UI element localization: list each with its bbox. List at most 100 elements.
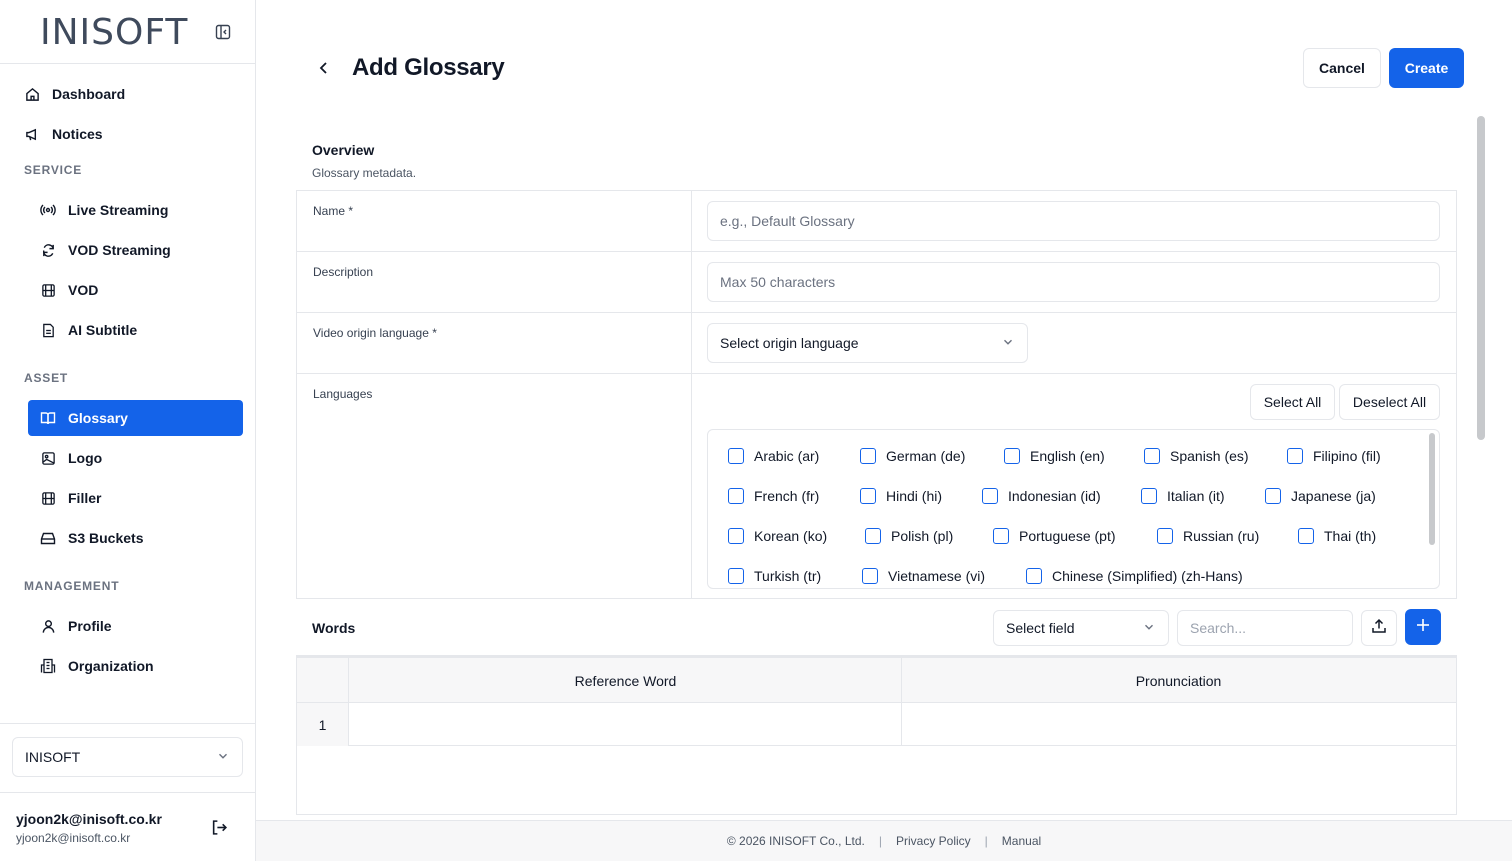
language-checkbox-fil[interactable]: Filipino (fil) xyxy=(1287,448,1381,464)
language-label: Polish (pl) xyxy=(891,528,954,544)
checkbox[interactable] xyxy=(860,448,876,464)
upload-button[interactable] xyxy=(1361,610,1397,646)
checkbox[interactable] xyxy=(862,568,878,584)
sidebar-item-logo[interactable]: Logo xyxy=(40,440,244,476)
overview-subtitle: Glossary metadata. xyxy=(312,166,417,180)
column-header-pronunciation[interactable]: Pronunciation xyxy=(902,658,1455,703)
refresh-icon xyxy=(40,242,56,258)
language-checkbox-id[interactable]: Indonesian (id) xyxy=(982,488,1101,504)
language-label: Spanish (es) xyxy=(1170,448,1249,464)
storage-icon xyxy=(40,530,56,546)
checkbox[interactable] xyxy=(1004,448,1020,464)
language-checkbox-ru[interactable]: Russian (ru) xyxy=(1157,528,1259,544)
language-checkbox-zh-hans[interactable]: Chinese (Simplified) (zh-Hans) xyxy=(1026,568,1243,584)
add-word-button[interactable] xyxy=(1405,609,1441,645)
language-checkbox-en[interactable]: English (en) xyxy=(1004,448,1105,464)
org-area: INISOFT yjoon2k@inisoft.co.kr yjoon2k@in… xyxy=(0,723,255,861)
logo-row: INISOFT xyxy=(0,0,255,64)
checkbox[interactable] xyxy=(728,528,744,544)
sidebar-item-dashboard[interactable]: Dashboard xyxy=(24,76,244,112)
language-checkbox-tr[interactable]: Turkish (tr) xyxy=(728,568,821,584)
language-label: Hindi (hi) xyxy=(886,488,943,504)
organization-select[interactable]: INISOFT xyxy=(12,737,243,777)
checkbox[interactable] xyxy=(865,528,881,544)
origin-language-value: Select origin language xyxy=(720,335,859,351)
field-select[interactable]: Select field xyxy=(993,610,1169,646)
language-checkbox-hi[interactable]: Hindi (hi) xyxy=(860,488,942,504)
checkbox[interactable] xyxy=(1144,448,1160,464)
checkbox[interactable] xyxy=(993,528,1009,544)
search-input[interactable] xyxy=(1177,610,1353,646)
checkbox[interactable] xyxy=(1287,448,1303,464)
sidebar-item-label: S3 Buckets xyxy=(68,530,144,546)
chevron-down-icon xyxy=(1142,620,1156,637)
language-checkbox-ja[interactable]: Japanese (ja) xyxy=(1265,488,1376,504)
name-input[interactable] xyxy=(707,201,1440,241)
checkbox[interactable] xyxy=(1157,528,1173,544)
checkbox[interactable] xyxy=(1026,568,1042,584)
organization-value: INISOFT xyxy=(25,749,81,765)
sidebar-item-vod[interactable]: VOD xyxy=(40,272,244,308)
checkbox[interactable] xyxy=(728,488,744,504)
chevron-down-icon xyxy=(1001,335,1015,352)
sidebar-item-s3-buckets[interactable]: S3 Buckets xyxy=(40,520,244,556)
checkbox[interactable] xyxy=(1141,488,1157,504)
deselect-all-button[interactable]: Deselect All xyxy=(1339,384,1440,420)
language-checkbox-de[interactable]: German (de) xyxy=(860,448,965,464)
origin-language-select[interactable]: Select origin language xyxy=(707,323,1028,363)
create-button[interactable]: Create xyxy=(1389,48,1464,88)
language-checkbox-th[interactable]: Thai (th) xyxy=(1298,528,1376,544)
pronunciation-cell[interactable] xyxy=(902,703,1455,746)
language-list-scrollbar[interactable] xyxy=(1429,433,1435,545)
film-icon xyxy=(40,282,56,298)
language-checkbox-vi[interactable]: Vietnamese (vi) xyxy=(862,568,985,584)
name-label: Name * xyxy=(313,204,354,218)
chevron-down-icon xyxy=(216,749,230,766)
language-checkbox-fr[interactable]: French (fr) xyxy=(728,488,819,504)
reference-word-cell[interactable] xyxy=(349,703,902,746)
checkbox[interactable] xyxy=(982,488,998,504)
checkbox[interactable] xyxy=(728,448,744,464)
sidebar-collapse-icon[interactable] xyxy=(214,23,232,41)
sidebar-item-vod-streaming[interactable]: VOD Streaming xyxy=(40,232,244,268)
checkbox[interactable] xyxy=(728,568,744,584)
page-scrollbar[interactable] xyxy=(1477,116,1485,440)
sidebar-item-ai-subtitle[interactable]: AI Subtitle xyxy=(40,312,244,348)
checkbox[interactable] xyxy=(1265,488,1281,504)
cancel-button[interactable]: Cancel xyxy=(1303,48,1381,88)
sidebar-item-profile[interactable]: Profile xyxy=(40,608,244,644)
sidebar-item-label: VOD Streaming xyxy=(68,242,171,258)
logout-icon[interactable] xyxy=(210,818,228,836)
sidebar-item-glossary[interactable]: Glossary xyxy=(28,400,243,436)
language-checkbox-pt[interactable]: Portuguese (pt) xyxy=(993,528,1116,544)
sidebar-item-filler[interactable]: Filler xyxy=(40,480,244,516)
checkbox[interactable] xyxy=(1298,528,1314,544)
sidebar-item-organization[interactable]: Organization xyxy=(40,648,244,684)
privacy-policy-link[interactable]: Privacy Policy xyxy=(896,834,971,848)
column-header-reference-word[interactable]: Reference Word xyxy=(349,658,902,703)
footer-separator: | xyxy=(878,834,882,848)
language-checkbox-it[interactable]: Italian (it) xyxy=(1141,488,1225,504)
language-label: Japanese (ja) xyxy=(1291,488,1376,504)
sidebar-item-notices[interactable]: Notices xyxy=(24,116,244,152)
words-title: Words xyxy=(312,620,356,636)
checkbox[interactable] xyxy=(860,488,876,504)
sidebar-item-live-streaming[interactable]: Live Streaming xyxy=(40,192,244,228)
language-checkbox-ko[interactable]: Korean (ko) xyxy=(728,528,827,544)
manual-link[interactable]: Manual xyxy=(1002,834,1041,848)
home-icon xyxy=(24,86,40,102)
sidebar-item-label: Live Streaming xyxy=(68,202,169,218)
row-number: 1 xyxy=(297,703,348,746)
languages-label: Languages xyxy=(313,387,373,401)
book-open-icon xyxy=(40,410,56,426)
language-label: Korean (ko) xyxy=(754,528,828,544)
select-all-button[interactable]: Select All xyxy=(1250,384,1335,420)
back-chevron-icon[interactable] xyxy=(316,59,332,77)
sidebar-item-label: Notices xyxy=(52,126,103,142)
language-checkbox-ar[interactable]: Arabic (ar) xyxy=(728,448,819,464)
description-input[interactable] xyxy=(707,262,1440,302)
language-checkbox-pl[interactable]: Polish (pl) xyxy=(865,528,953,544)
language-checkbox-es[interactable]: Spanish (es) xyxy=(1144,448,1249,464)
copyright: © 2026 INISOFT Co., Ltd. xyxy=(726,834,865,848)
words-grid: Reference Word Pronunciation 1 xyxy=(296,655,1457,815)
